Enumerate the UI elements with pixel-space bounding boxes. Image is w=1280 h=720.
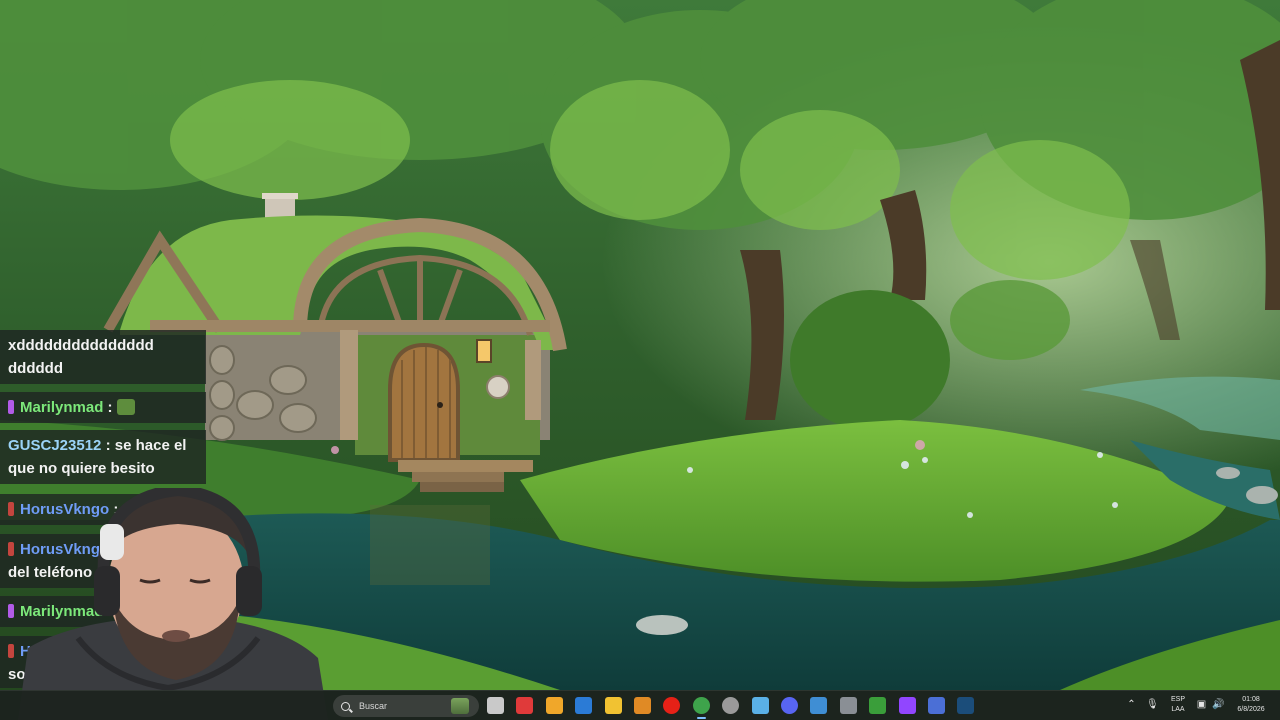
steam-icon[interactable] xyxy=(957,697,974,714)
twitch-icon[interactable] xyxy=(899,697,916,714)
app-blue-icon[interactable] xyxy=(928,697,945,714)
emote-icon xyxy=(116,399,135,415)
file-explorer-icon[interactable] xyxy=(605,697,622,714)
subscriber-badge-icon xyxy=(8,604,14,618)
taskbar-clock[interactable]: 01:08 6/8/2026 xyxy=(1228,695,1274,720)
chat-username: Marilynmad xyxy=(20,399,104,416)
streamer-webcam-image xyxy=(18,488,328,720)
search-placeholder: Buscar xyxy=(359,701,388,711)
outlook-icon[interactable] xyxy=(575,697,592,714)
clock-date: 6/8/2026 xyxy=(1237,706,1265,713)
show-hidden-icons-chevron-icon[interactable]: ⌃ xyxy=(1126,699,1137,710)
app-circle-icon[interactable] xyxy=(722,697,739,714)
subscriber-badge-icon xyxy=(8,502,14,516)
chat-separator: : xyxy=(107,399,113,416)
app-green-icon[interactable] xyxy=(869,697,886,714)
microsoft-store-icon[interactable] xyxy=(546,697,563,714)
chat-separator: : xyxy=(105,437,111,454)
microphone-icon[interactable]: 🎙 xyxy=(1146,699,1159,710)
notepad-icon[interactable] xyxy=(752,697,769,714)
webcam-overlay xyxy=(18,488,328,720)
photos-icon[interactable] xyxy=(810,697,827,714)
language-code: ESP xyxy=(1170,696,1185,703)
clock-time: 01:08 xyxy=(1242,696,1260,703)
youtube-icon[interactable] xyxy=(663,697,680,714)
subscriber-badge-icon xyxy=(8,400,14,414)
chrome-icon[interactable] xyxy=(693,697,710,719)
keyboard-layout-code: LAA xyxy=(1171,706,1185,713)
input-language-indicator[interactable]: ESP LAA xyxy=(1168,695,1188,720)
network-icon[interactable]: ▣ xyxy=(1196,699,1207,710)
volume-icon[interactable]: 🔊 xyxy=(1212,699,1224,710)
app-orange-icon[interactable] xyxy=(634,697,651,714)
task-view-icon[interactable] xyxy=(487,697,504,714)
app-red-icon[interactable] xyxy=(516,697,533,714)
controller-icon[interactable] xyxy=(840,697,857,714)
search-highlight-icon xyxy=(451,698,469,714)
chat-message: Marilynmad : xyxy=(0,392,206,423)
subscriber-badge-icon xyxy=(8,542,14,556)
search-icon xyxy=(341,701,350,711)
discord-icon[interactable] xyxy=(781,697,798,714)
taskbar-search-box[interactable]: Buscar xyxy=(333,695,479,717)
chat-message: xddddddddddddddd dddddd xyxy=(0,330,206,384)
chat-message: GUSCJ23512 : se hace el que no quiere be… xyxy=(0,430,206,484)
subscriber-badge-icon xyxy=(8,644,14,658)
windows-taskbar: Buscar ⌃ 🎙 ESP LAA ▣ 🔊 01:08 6/8/2026 xyxy=(0,690,1280,720)
chat-username: GUSCJ23512 xyxy=(8,437,102,454)
chat-message-text: xddddddddddddddd dddddd xyxy=(8,337,154,377)
